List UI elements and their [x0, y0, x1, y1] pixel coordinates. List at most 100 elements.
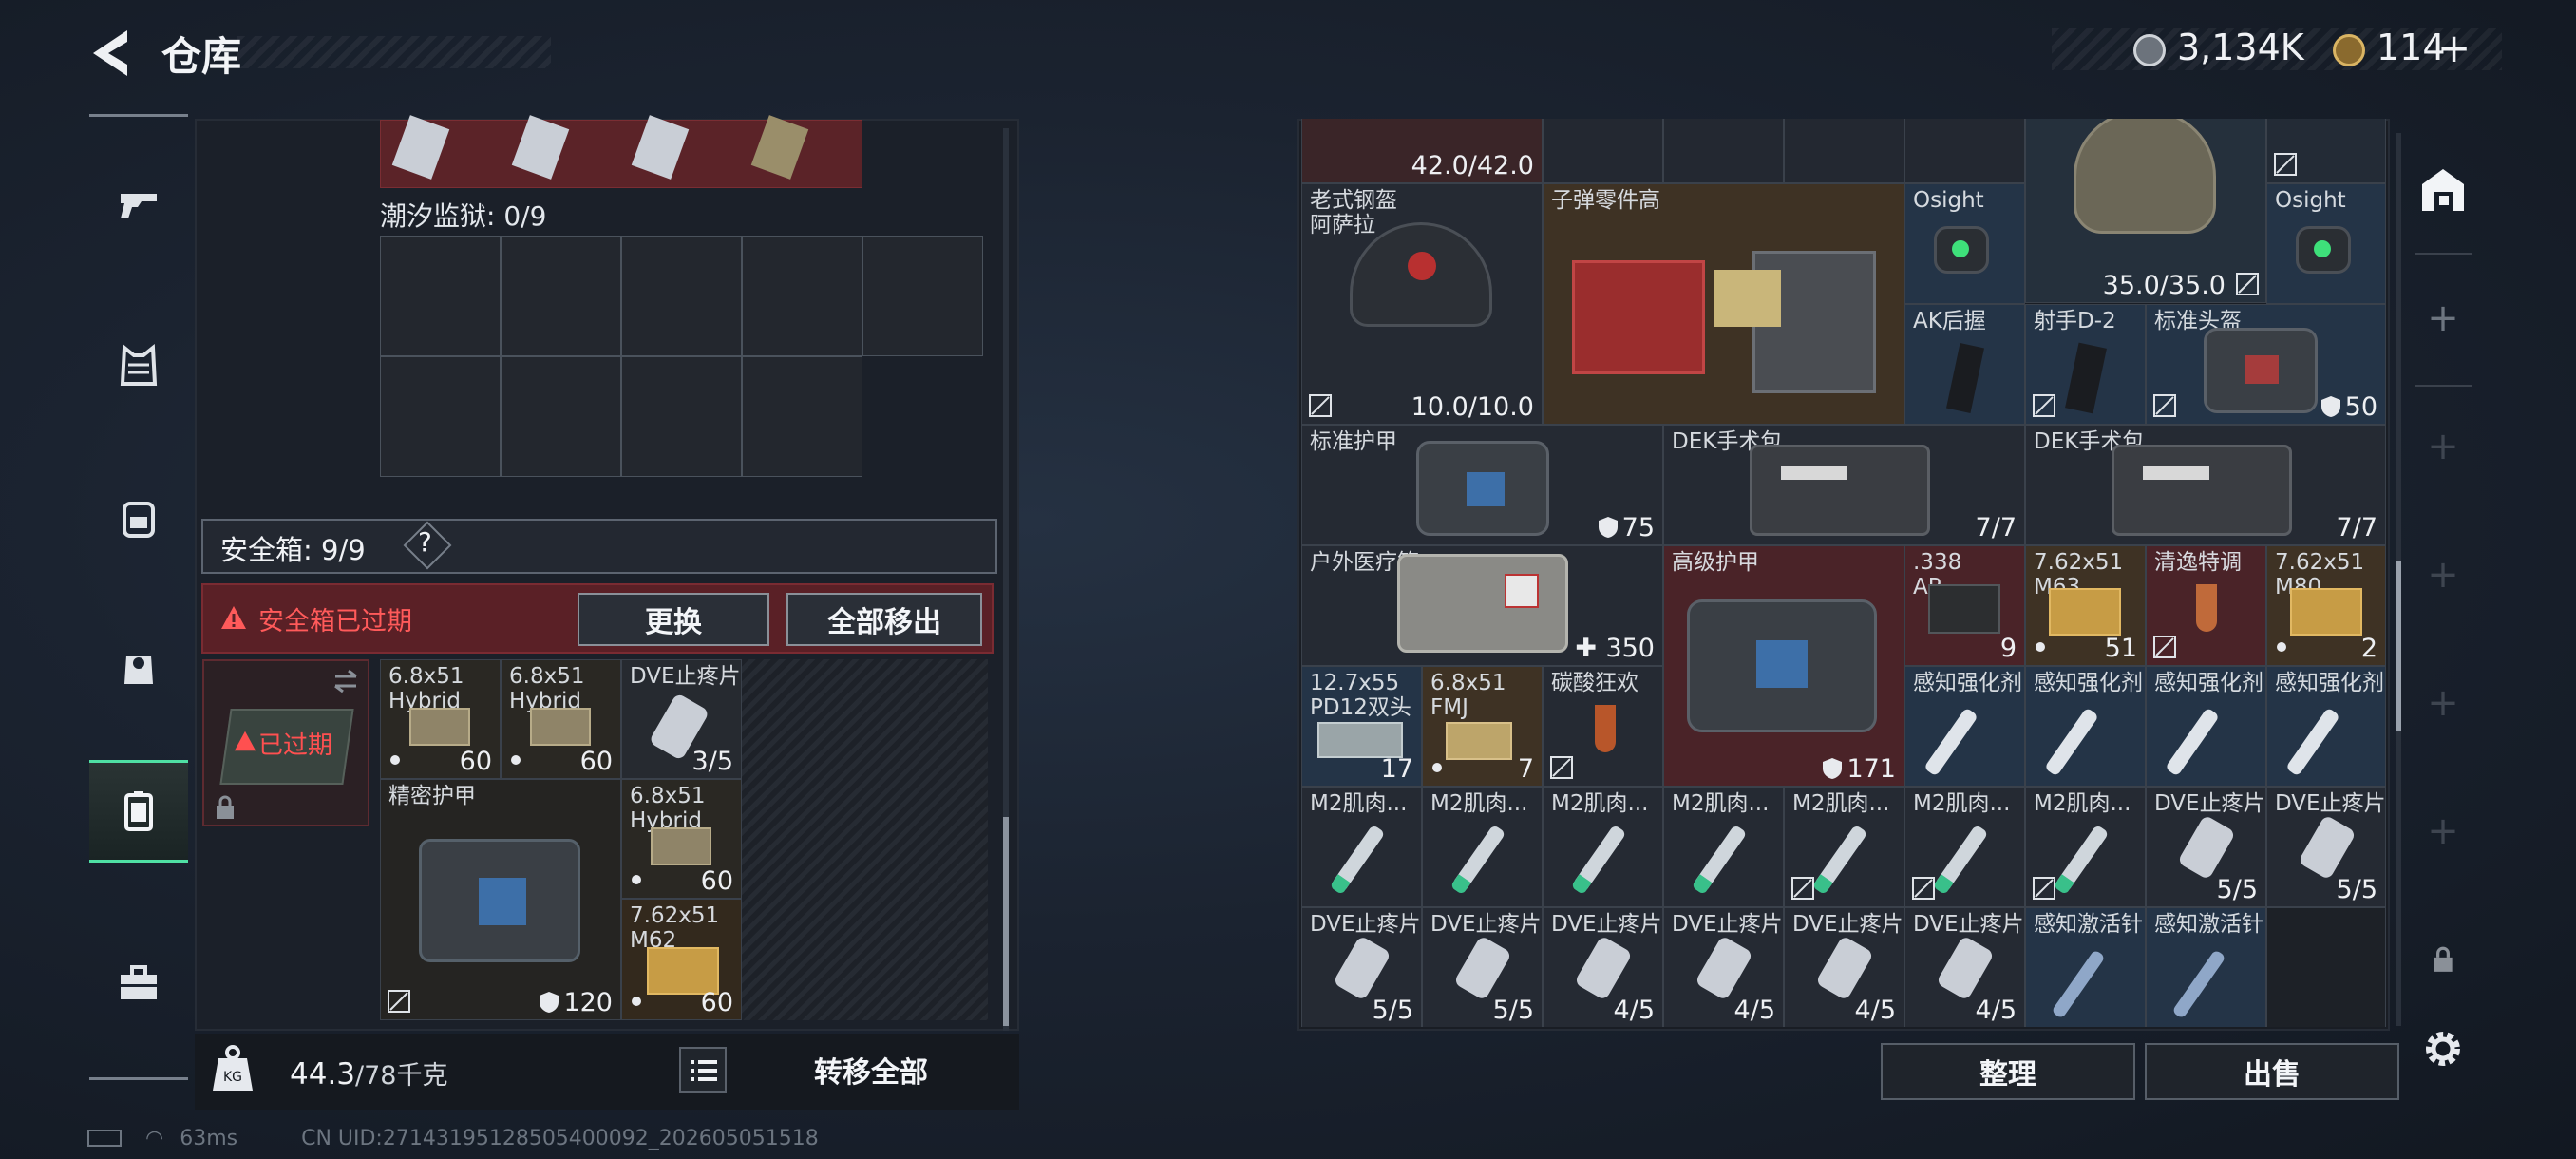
left-scrollbar-thumb[interactable]: [1003, 817, 1009, 1026]
empty-slot[interactable]: [501, 236, 621, 356]
item-slot[interactable]: DVE止疼片 3/5: [621, 659, 742, 779]
syringe-image: [1932, 824, 1989, 896]
item-slot[interactable]: DVE止疼片 4/5: [1543, 907, 1663, 1027]
add-page-button[interactable]: +: [2405, 537, 2481, 613]
add-currency-button[interactable]: +: [2437, 25, 2471, 71]
item-slot[interactable]: DVE止疼片 4/5: [1663, 907, 1784, 1027]
painkiller-image: [1695, 935, 1753, 1001]
nav-tools[interactable]: [89, 931, 188, 1036]
item-slot[interactable]: M2肌肉...: [1784, 787, 1904, 907]
item-slot[interactable]: .338 AP 9: [1904, 545, 2025, 666]
item-slot[interactable]: [1663, 119, 1784, 183]
item-slot[interactable]: 7.62x51 M63 51: [2025, 545, 2146, 666]
empty-slot[interactable]: [2266, 907, 2386, 1027]
item-slot[interactable]: M2肌肉...: [2025, 787, 2146, 907]
add-page-button[interactable]: +: [2405, 280, 2481, 356]
item-slot[interactable]: 清逸特调: [2146, 545, 2266, 666]
item-slot[interactable]: [1904, 119, 2025, 183]
item-slot[interactable]: 6.8x51 Hybrid 60: [380, 659, 501, 779]
add-page-button[interactable]: +: [2405, 793, 2481, 869]
item-slot[interactable]: 42.0/42.0: [1301, 119, 1543, 183]
item-name: 标准护甲: [1310, 429, 1397, 454]
empty-slot[interactable]: [621, 356, 742, 477]
list-view-button[interactable]: [679, 1047, 727, 1092]
empty-slot[interactable]: [380, 356, 501, 477]
item-slot[interactable]: M2肌肉...: [1301, 787, 1422, 907]
item-slot[interactable]: 7.62x51 M62 60: [621, 899, 742, 1020]
empty-slot[interactable]: [862, 236, 983, 356]
item-slot[interactable]: 35.0/35.0: [2025, 119, 2266, 303]
item-slot[interactable]: 射手D-2: [2025, 304, 2146, 425]
item-slot[interactable]: 12.7x55 PD12双头 17: [1301, 666, 1422, 787]
item-slot[interactable]: 感知强化剂: [2266, 666, 2386, 787]
item-slot[interactable]: DEK手术包 7/7: [1663, 425, 2025, 545]
add-page-button[interactable]: +: [2405, 665, 2481, 741]
item-slot[interactable]: 感知激活针: [2025, 907, 2146, 1027]
item-slot[interactable]: 碳酸狂欢: [1543, 666, 1663, 787]
item-slot[interactable]: 子弹零件高: [1543, 183, 1904, 425]
empty-slot[interactable]: [621, 236, 742, 356]
nav-vest[interactable]: [89, 618, 188, 722]
item-slot[interactable]: 标准护甲 75: [1301, 425, 1663, 545]
nav-backpack[interactable]: [89, 466, 188, 570]
nav-weapons[interactable]: [89, 152, 188, 256]
item-slot[interactable]: 6.8x51 Hybrid 60: [621, 779, 742, 899]
nav-safebox[interactable]: [89, 760, 188, 863]
help-icon[interactable]: ?: [418, 526, 432, 558]
sort-button[interactable]: 整理: [1881, 1043, 2135, 1100]
nav-armor[interactable]: [89, 314, 188, 418]
item-name: M2肌肉...: [1310, 791, 1408, 816]
ammo-dot-icon: [2036, 642, 2045, 652]
item-slot[interactable]: DVE止疼片 5/5: [1301, 907, 1422, 1027]
transfer-all-button[interactable]: 转移全部: [743, 1039, 999, 1100]
item-slot[interactable]: DVE止疼片 5/5: [2146, 787, 2266, 907]
empty-slot[interactable]: [742, 356, 862, 477]
safebox-expired-label: 已过期: [258, 732, 333, 760]
remove-all-button[interactable]: 全部移出: [786, 593, 982, 646]
add-page-button[interactable]: +: [2405, 408, 2481, 484]
locked-page-button[interactable]: [2405, 922, 2481, 998]
item-slot[interactable]: 7.62x51 M80 2: [2266, 545, 2386, 666]
prev-container-items: [380, 115, 862, 188]
empty-slot[interactable]: [380, 236, 501, 356]
item-slot[interactable]: DVE止疼片 4/5: [1784, 907, 1904, 1027]
syringe-image: [1811, 824, 1868, 896]
item-slot[interactable]: 高级护甲 171: [1663, 545, 1904, 787]
silver-amount: 3,134K: [2177, 27, 2304, 68]
empty-slot[interactable]: [742, 236, 862, 356]
right-scrollbar-thumb[interactable]: [2396, 560, 2401, 732]
item-slot[interactable]: 标准头盔 50: [2146, 304, 2386, 425]
item-slot[interactable]: 老式钢盔 阿萨拉 10.0/10.0: [1301, 183, 1543, 425]
item-slot[interactable]: 户外医疗箱 ✚ 350: [1301, 545, 1663, 666]
item-slot[interactable]: DVE止疼片 5/5: [1422, 907, 1543, 1027]
empty-slot[interactable]: [501, 356, 621, 477]
item-slot[interactable]: 感知强化剂: [1904, 666, 2025, 787]
item-slot[interactable]: M2肌肉...: [1543, 787, 1663, 907]
item-slot[interactable]: 感知强化剂: [2146, 666, 2266, 787]
stash-home-button[interactable]: [2405, 152, 2481, 228]
sight-lens: [1952, 240, 1969, 257]
replace-button[interactable]: 更换: [578, 593, 769, 646]
item-slot[interactable]: DEK手术包 7/7: [2025, 425, 2386, 545]
item-slot[interactable]: M2肌肉...: [1422, 787, 1543, 907]
item-slot[interactable]: 6.8x51 Hybrid 60: [501, 659, 621, 779]
item-slot[interactable]: Osight: [2266, 183, 2386, 304]
item-slot[interactable]: DVE止疼片 5/5: [2266, 787, 2386, 907]
item-slot[interactable]: DVE止疼片 4/5: [1904, 907, 2025, 1027]
gear-icon[interactable]: [2420, 1026, 2466, 1072]
item-slot[interactable]: M2肌肉...: [1663, 787, 1784, 907]
item-slot[interactable]: 感知激活针: [2146, 907, 2266, 1027]
item-slot[interactable]: 感知强化剂: [2025, 666, 2146, 787]
back-arrow-icon[interactable]: [85, 27, 142, 80]
item-slot[interactable]: AK后握: [1904, 304, 2025, 425]
item-slot[interactable]: [1784, 119, 1904, 183]
item-slot[interactable]: [1543, 119, 1663, 183]
item-slot[interactable]: [2266, 119, 2386, 183]
item-slot[interactable]: M2肌肉...: [1904, 787, 2025, 907]
item-name: M2肌肉...: [2034, 791, 2131, 816]
sell-button[interactable]: 出售: [2145, 1043, 2399, 1100]
helmet-emblem: [1408, 252, 1436, 280]
item-slot[interactable]: 精密护甲 120: [380, 779, 621, 1020]
item-slot[interactable]: 6.8x51 FMJ 7: [1422, 666, 1543, 787]
item-slot[interactable]: Osight: [1904, 183, 2025, 304]
